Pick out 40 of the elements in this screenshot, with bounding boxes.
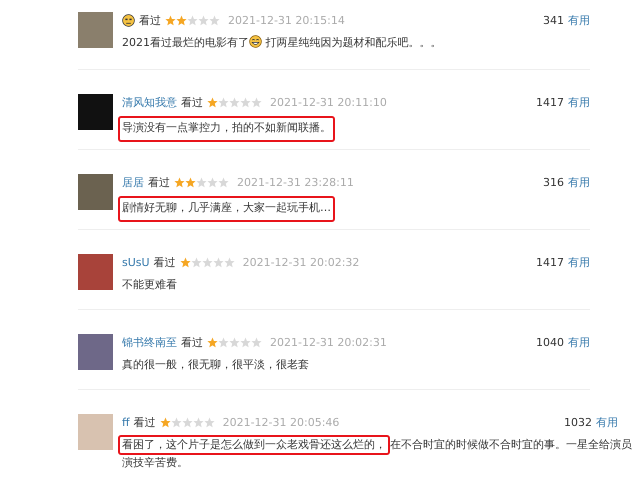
- avatar-placeholder: [78, 94, 113, 130]
- vote-count: 341: [543, 14, 564, 26]
- face-icon: [122, 14, 135, 26]
- comment-time: 2021-12-31 20:11:10: [270, 96, 387, 108]
- username-link[interactable]: sUsU: [122, 256, 150, 268]
- avatar-placeholder: [78, 254, 113, 290]
- watched-status: 看过: [148, 174, 170, 190]
- comment-text: 真的很一般，很无聊，很平淡，很老套: [122, 357, 310, 373]
- vote-count: 1040: [536, 336, 564, 348]
- watched-status: 看过: [139, 12, 161, 28]
- username-link[interactable]: ff: [122, 416, 130, 428]
- comment-time: 2021-12-31 20:05:46: [222, 416, 340, 428]
- vote-count: 316: [543, 176, 564, 188]
- watched-status: 看过: [154, 254, 176, 270]
- avatar-placeholder: [78, 174, 113, 210]
- comment-text: 不能更难看: [122, 277, 178, 293]
- grinning-face-icon: [249, 35, 262, 48]
- useful-link[interactable]: 有用: [568, 94, 590, 110]
- comment-time: 2021-12-31 20:15:14: [228, 14, 345, 26]
- avatar-placeholder: [78, 12, 113, 48]
- username-link[interactable]: 清风知我意: [122, 94, 177, 110]
- useful-link[interactable]: 有用: [568, 12, 590, 28]
- watched-status: 看过: [134, 414, 156, 430]
- username-link[interactable]: 居居: [122, 174, 144, 190]
- avatar-placeholder: [78, 414, 113, 450]
- watched-status: 看过: [181, 334, 203, 350]
- vote-count: 1417: [536, 256, 564, 268]
- useful-link[interactable]: 有用: [568, 254, 590, 270]
- vote-count: 1032: [564, 416, 592, 428]
- useful-link[interactable]: 有用: [568, 174, 590, 190]
- username-link[interactable]: 锦书终南至: [122, 334, 177, 350]
- comment-time: 2021-12-31 20:02:32: [242, 256, 360, 268]
- useful-link[interactable]: 有用: [596, 414, 618, 430]
- avatar-placeholder: [78, 334, 113, 370]
- vote-count: 1417: [536, 96, 564, 108]
- comment-time: 2021-12-31 20:02:31: [270, 336, 387, 348]
- watched-status: 看过: [181, 94, 203, 110]
- comment-time: 2021-12-31 23:28:11: [237, 176, 354, 188]
- useful-link[interactable]: 有用: [568, 334, 590, 350]
- comment-text: 2021看过最烂的电影有了 打两星纯纯因为题材和配乐吧。。。: [122, 34, 442, 51]
